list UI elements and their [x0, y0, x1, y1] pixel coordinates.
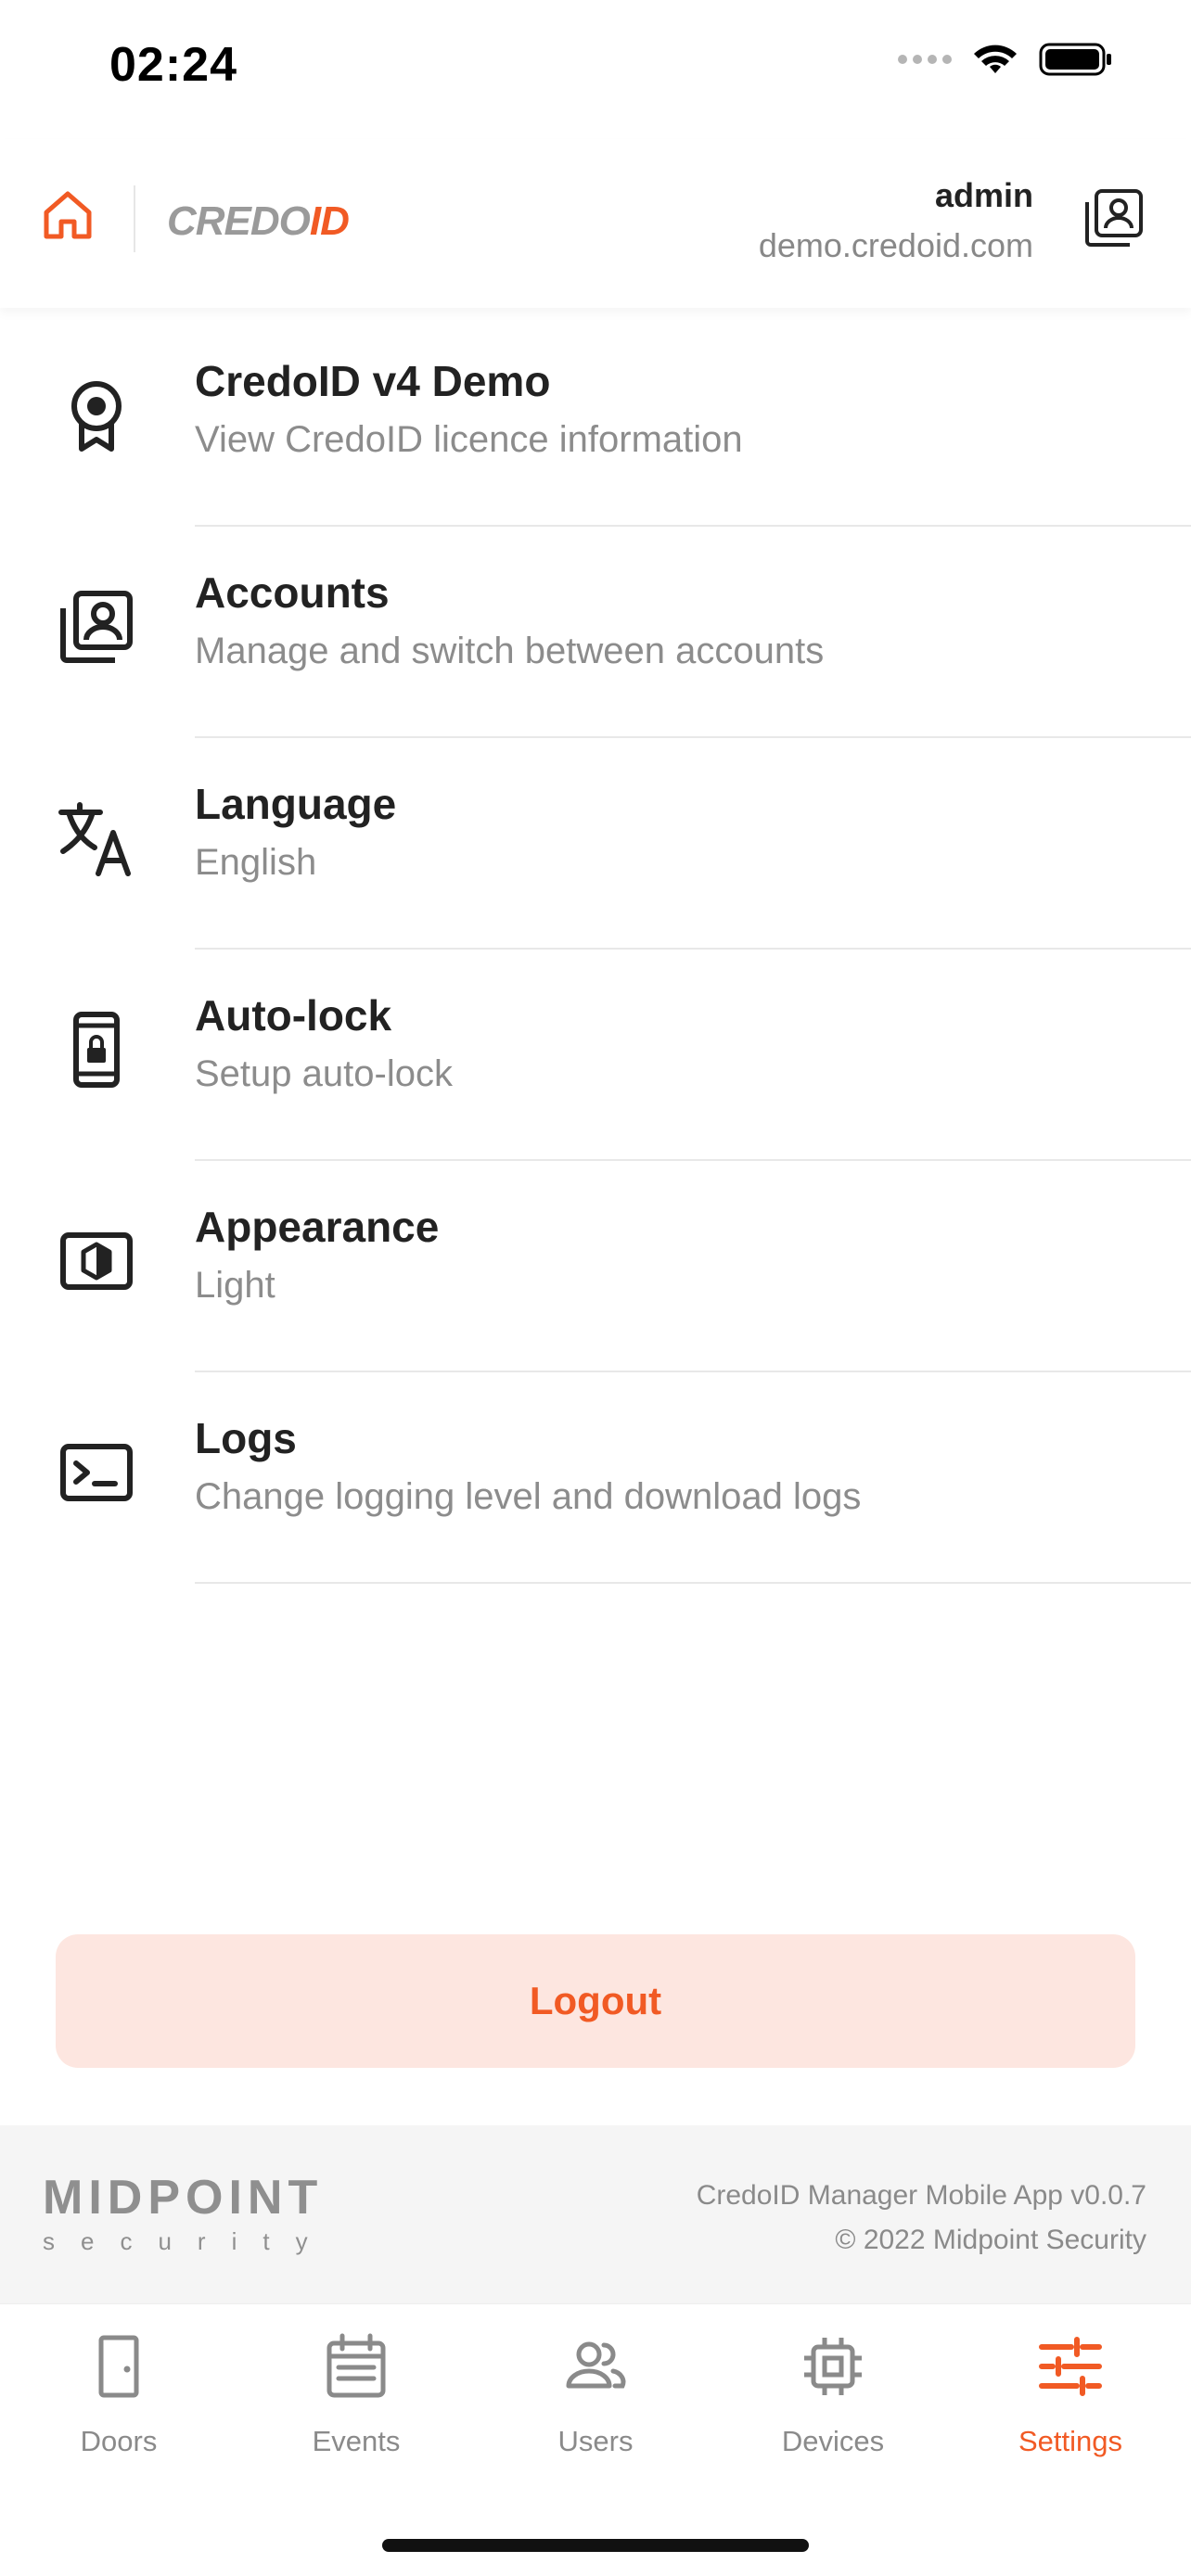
settings-item-language[interactable]: Language English	[0, 738, 1191, 950]
settings-item-logs[interactable]: Logs Change logging level and download l…	[0, 1372, 1191, 1584]
settings-item-subtitle: View CredoID licence information	[195, 419, 743, 460]
settings-list: CredoID v4 Demo View CredoID licence inf…	[0, 315, 1191, 1584]
badge-icon	[71, 381, 122, 452]
settings-item-title: Language	[195, 780, 397, 828]
home-indicator	[382, 2539, 809, 2552]
tab-devices[interactable]: Devices	[714, 2325, 952, 2482]
sliders-icon	[1039, 2337, 1102, 2396]
battery-icon	[1039, 43, 1111, 76]
settings-item-title: Accounts	[195, 568, 390, 617]
account-domain: demo.credoid.com	[758, 226, 1033, 264]
divider	[195, 1582, 1191, 1584]
settings-item-autolock[interactable]: Auto-lock Setup auto-lock	[0, 950, 1191, 1161]
settings-item-subtitle: Light	[195, 1265, 275, 1306]
settings-item-license[interactable]: CredoID v4 Demo View CredoID licence inf…	[0, 315, 1191, 527]
wifi-icon	[974, 45, 1017, 73]
settings-item-accounts[interactable]: Accounts Manage and switch between accou…	[0, 527, 1191, 738]
app-header: CREDOID admin demo.credoid.com	[0, 139, 1191, 308]
settings-item-title: Auto-lock	[195, 991, 392, 1039]
accounts-switch-icon[interactable]	[1083, 187, 1145, 249]
credoid-logo: CREDOID	[167, 198, 350, 244]
users-icon	[566, 2341, 626, 2389]
footer: MIDPOINT security CredoID Manager Mobile…	[0, 2125, 1191, 2303]
settings-item-appearance[interactable]: Appearance Light	[0, 1161, 1191, 1372]
logout-button[interactable]: Logout	[56, 1934, 1135, 2068]
chip-icon	[804, 2338, 862, 2395]
door-icon	[98, 2335, 139, 2398]
status-icons	[898, 41, 1113, 78]
tab-doors[interactable]: Doors	[0, 2325, 237, 2482]
settings-item-subtitle: Manage and switch between accounts	[195, 631, 825, 671]
tab-bar: Doors Events Users Devices Settings	[0, 2303, 1191, 2576]
cellular-signal-icon	[898, 55, 952, 64]
settings-item-title: Appearance	[195, 1203, 440, 1251]
translate-icon	[58, 802, 131, 876]
copyright: © 2022 Midpoint Security	[835, 2225, 1146, 2255]
header-divider	[134, 185, 135, 252]
settings-item-title: CredoID v4 Demo	[195, 357, 551, 405]
settings-item-subtitle: Change logging level and download logs	[195, 1476, 862, 1517]
tab-settings[interactable]: Settings	[952, 2325, 1189, 2482]
status-bar: 02:24	[0, 0, 1191, 139]
midpoint-logo: MIDPOINT security	[43, 2171, 334, 2255]
home-icon[interactable]	[41, 188, 95, 242]
app-version: CredoID Manager Mobile App v0.0.7	[696, 2180, 1146, 2211]
tab-events[interactable]: Events	[237, 2325, 475, 2482]
settings-item-subtitle: Setup auto-lock	[195, 1053, 453, 1094]
settings-item-title: Logs	[195, 1414, 297, 1462]
settings-item-subtitle: English	[195, 842, 317, 883]
status-time: 02:24	[109, 38, 237, 92]
account-info: admin demo.credoid.com	[759, 176, 1033, 265]
events-icon	[327, 2333, 386, 2398]
contrast-icon	[60, 1232, 133, 1290]
accounts-icon	[60, 591, 133, 663]
terminal-icon	[60, 1444, 133, 1501]
tab-users[interactable]: Users	[477, 2325, 714, 2482]
account-name: admin	[934, 176, 1033, 214]
footer-info: CredoID Manager Mobile App v0.0.7 © 2022…	[697, 2174, 1146, 2263]
phone-lock-icon	[73, 1012, 120, 1088]
